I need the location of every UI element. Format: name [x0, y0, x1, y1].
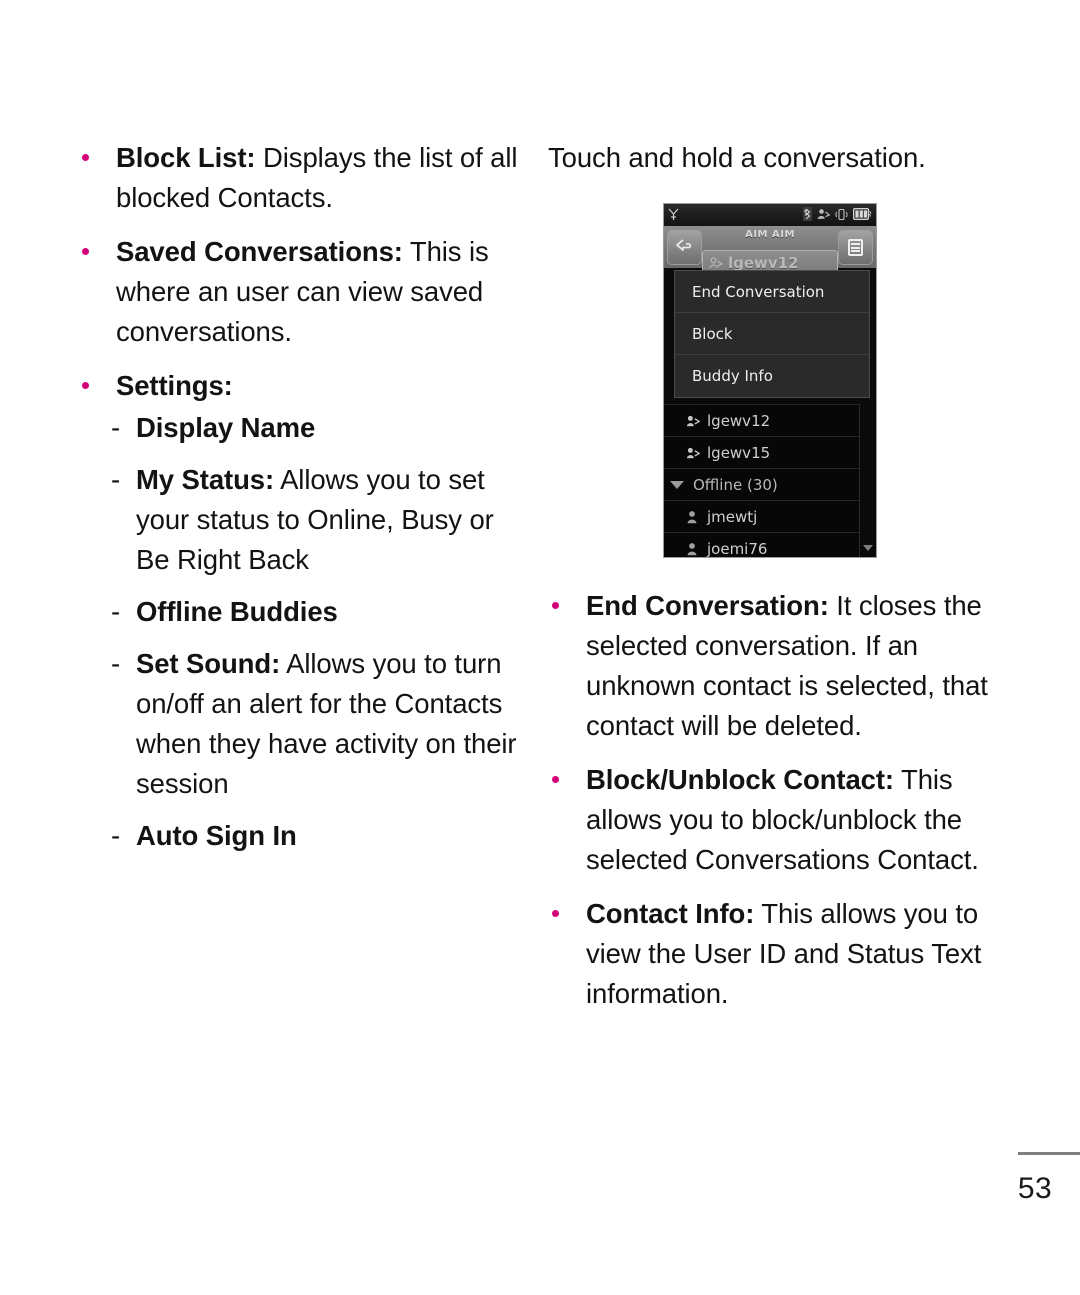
chevron-down-icon: [670, 480, 684, 489]
page-number: 53: [1017, 1172, 1053, 1205]
right-text-column-lower: End Conversation: It closes the selected…: [548, 586, 1010, 1028]
bullet-end-conversation: End Conversation: It closes the selected…: [548, 586, 1010, 746]
bullet-dot-icon: [552, 910, 559, 917]
back-button[interactable]: [667, 230, 702, 265]
bluetooth-icon: [803, 207, 812, 223]
status-bar-left-group: [668, 208, 679, 223]
signal-antenna-icon: [668, 208, 679, 223]
buddy-list: lgewv12 lgewv15 Offline (30) jmewtj joem…: [664, 404, 876, 557]
sub-item-title: Auto Sign In: [136, 820, 297, 851]
back-arrow-icon: [674, 237, 696, 259]
dash-marker: -: [111, 412, 121, 443]
sub-item-display-name: - Display Name: [78, 408, 530, 448]
buddy-list-row[interactable]: lgewv12: [664, 404, 876, 436]
manual-page: Block List: Displays the list of all blo…: [0, 0, 1080, 1295]
bullet-saved-conversations: Saved Conversations: This is where an us…: [78, 232, 530, 352]
vibrate-icon: [835, 208, 848, 223]
intro-paragraph: Touch and hold a conversation.: [548, 142, 926, 173]
bullet-contact-info: Contact Info: This allows you to view th…: [548, 894, 1010, 1014]
scroll-down-arrow-icon[interactable]: [863, 545, 873, 551]
sub-item-my-status: - My Status: Allows you to set your stat…: [78, 460, 530, 580]
buddy-offline-icon: [686, 542, 700, 556]
phone-status-bar: [664, 204, 876, 226]
dash-marker: -: [111, 648, 121, 679]
buddy-list-row[interactable]: lgewv15: [664, 436, 876, 468]
context-menu: End Conversation Block Buddy Info: [674, 270, 870, 398]
bullet-title: Saved Conversations:: [116, 236, 403, 267]
menu-list-icon: [848, 239, 863, 256]
bullet-title: End Conversation:: [586, 590, 829, 621]
bullet-settings: Settings:: [78, 366, 530, 406]
battery-icon: [852, 207, 872, 222]
sub-item-offline-buddies: - Offline Buddies: [78, 592, 530, 632]
left-text-column: Block List: Displays the list of all blo…: [78, 138, 530, 868]
buddy-list-row[interactable]: joemi76: [664, 532, 876, 558]
context-menu-item-buddy-info[interactable]: Buddy Info: [675, 355, 869, 397]
buddy-online-icon: [686, 446, 700, 460]
buddy-name: joemi76: [707, 539, 768, 558]
dash-marker: -: [111, 464, 121, 495]
buddy-group-row-offline[interactable]: Offline (30): [664, 468, 876, 500]
footer-rule: [1018, 1152, 1080, 1155]
sub-item-set-sound: - Set Sound: Allows you to turn on/off a…: [78, 644, 530, 804]
buddy-group-label: Offline (30): [693, 475, 778, 494]
dash-marker: -: [111, 596, 121, 627]
buddy-name: lgewv12: [707, 411, 771, 430]
bullet-title: Block List:: [116, 142, 256, 173]
sub-item-title: Set Sound:: [136, 648, 281, 679]
bullet-title: Contact Info:: [586, 898, 755, 929]
bullet-title: Settings:: [116, 370, 233, 401]
bullet-dot-icon: [82, 154, 89, 161]
sub-item-title: My Status:: [136, 464, 275, 495]
sub-item-title: Display Name: [136, 412, 316, 443]
bullet-dot-icon: [82, 382, 89, 389]
sub-item-auto-sign-in: - Auto Sign In: [78, 816, 530, 856]
menu-button[interactable]: [838, 230, 873, 265]
right-text-column: Touch and hold a conversation.: [548, 138, 1008, 186]
buddy-name: lgewv15: [707, 443, 771, 462]
context-menu-item-end-conversation[interactable]: End Conversation: [675, 271, 869, 313]
buddy-name: jmewtj: [707, 507, 758, 526]
bullet-title: Block/Unblock Contact:: [586, 764, 894, 795]
buddy-status-icon: [817, 208, 831, 222]
bullet-dot-icon: [82, 248, 89, 255]
sub-item-title: Offline Buddies: [136, 596, 338, 627]
buddy-offline-icon: [686, 510, 700, 524]
bullet-block-unblock-contact: Block/Unblock Contact: This allows you t…: [548, 760, 1010, 880]
bullet-dot-icon: [552, 602, 559, 609]
context-menu-item-block[interactable]: Block: [675, 313, 869, 355]
status-bar-right-group: [803, 207, 872, 223]
buddy-list-row[interactable]: jmewtj: [664, 500, 876, 532]
buddy-online-icon: [709, 256, 723, 270]
buddy-online-icon: [686, 414, 700, 428]
bullet-dot-icon: [552, 776, 559, 783]
dash-marker: -: [111, 820, 121, 851]
list-scrollbar[interactable]: [859, 404, 876, 557]
bullet-block-list: Block List: Displays the list of all blo…: [78, 138, 530, 218]
phone-screenshot: AIM AIM lgewv12 End Conversation Block B…: [663, 203, 877, 558]
